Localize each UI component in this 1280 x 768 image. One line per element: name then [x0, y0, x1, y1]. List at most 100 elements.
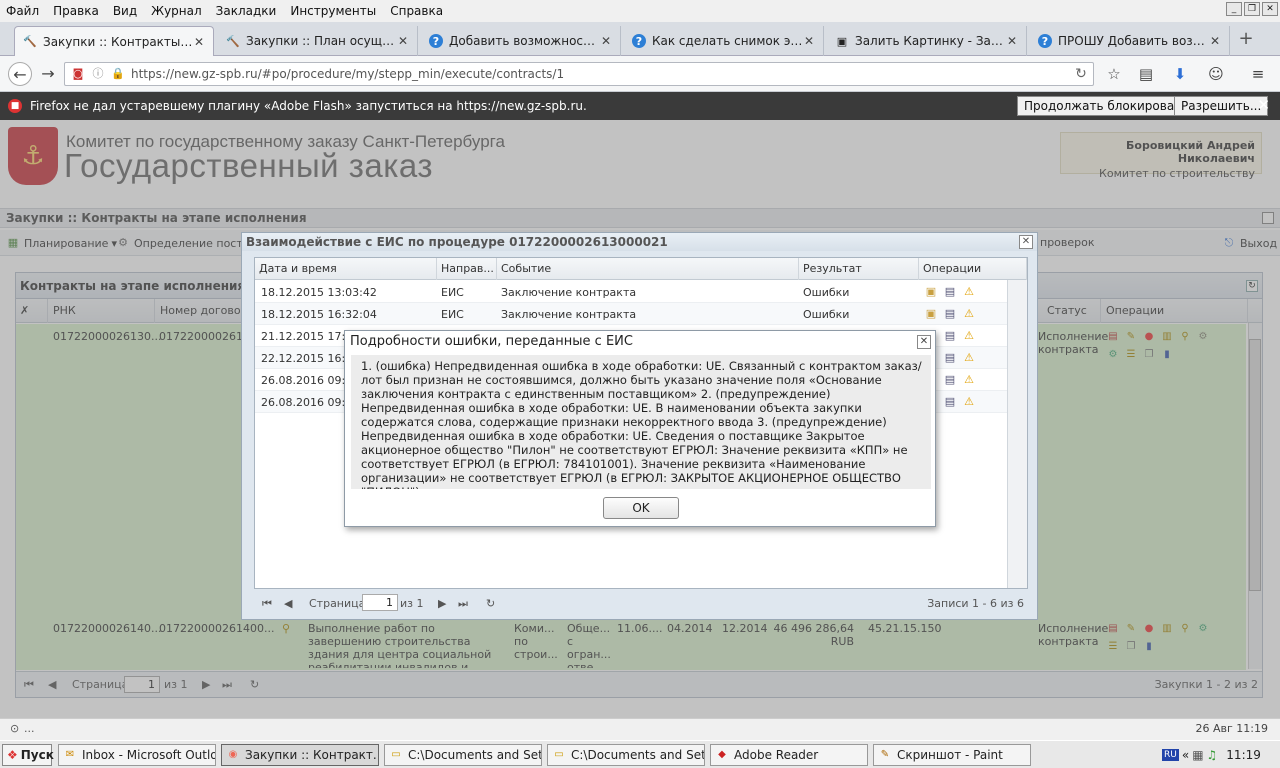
- eis-row-ops: ▣ ▤ ⚠: [923, 306, 977, 322]
- question-icon: ?: [632, 34, 646, 48]
- menu-history[interactable]: Журнал: [151, 4, 202, 18]
- address-bar[interactable]: ◙ ⓘ 🔒 https://new.gz-spb.ru/#po/procedur…: [64, 62, 1094, 86]
- notification-close-icon[interactable]: ✕: [1257, 96, 1270, 114]
- error-details-dialog: Подробности ошибки, переданные с ЕИС ✕ 1…: [344, 330, 936, 527]
- download-icon[interactable]: ⬇: [1170, 64, 1190, 84]
- error-dialog-close-icon[interactable]: ✕: [917, 335, 931, 349]
- task-paint[interactable]: ✎ Скриншот - Paint: [873, 744, 1031, 766]
- warning-icon[interactable]: ⚠: [961, 372, 977, 388]
- bookmark-star-icon[interactable]: ☆: [1104, 64, 1124, 84]
- menu-help[interactable]: Справка: [390, 4, 443, 18]
- allow-plugin-button[interactable]: Разрешить...: [1174, 96, 1269, 116]
- tab-add-feature[interactable]: ? Добавить возможность в... ✕: [421, 26, 621, 56]
- speaker-icon[interactable]: ♫: [1207, 748, 1218, 762]
- error-dialog-title: Подробности ошибки, переданные с ЕИС: [345, 331, 935, 353]
- refresh-icon[interactable]: ↻: [486, 597, 495, 610]
- document-icon[interactable]: ▤: [942, 394, 958, 410]
- col-operations[interactable]: Операции: [919, 258, 1027, 280]
- library-icon[interactable]: ▤: [1136, 64, 1156, 84]
- camera-icon[interactable]: ◙: [71, 67, 85, 81]
- task-explorer-1[interactable]: ▭ C:\Documents and Settin...: [384, 744, 542, 766]
- task-label: Adobe Reader: [734, 748, 819, 762]
- warning-icon[interactable]: ⚠: [961, 350, 977, 366]
- restore-button[interactable]: ❐: [1244, 2, 1260, 16]
- notification-text: Firefox не дал устаревшему плагину «Adob…: [30, 99, 587, 113]
- menu-view[interactable]: Вид: [113, 4, 137, 18]
- tab-contracts[interactable]: 🔨 Закупки :: Контракты на ... ✕: [14, 26, 214, 56]
- tab-close-icon[interactable]: ✕: [1209, 34, 1221, 48]
- forward-button[interactable]: →: [36, 62, 60, 86]
- tab-close-icon[interactable]: ✕: [1006, 34, 1018, 48]
- task-firefox[interactable]: ◉ Закупки :: Контракт...: [221, 744, 379, 766]
- tab-strip: 🔨 Закупки :: Контракты на ... ✕ 🔨 Закупк…: [0, 22, 1280, 56]
- warning-icon[interactable]: ⚠: [961, 394, 977, 410]
- chat-icon[interactable]: ☺: [1206, 64, 1226, 84]
- tab-title: Закупки :: Контракты на ...: [43, 34, 193, 49]
- document-icon[interactable]: ▤: [942, 284, 958, 300]
- folder-icon: ▭: [554, 749, 564, 760]
- menu-file[interactable]: Файл: [6, 4, 39, 18]
- tab-close-icon[interactable]: ✕: [600, 34, 612, 48]
- start-button[interactable]: ❖ Пуск: [2, 744, 54, 766]
- tab-screenshot-howto[interactable]: ? Как сделать снимок экран... ✕: [624, 26, 824, 56]
- task-outlook[interactable]: ✉ Inbox - Microsoft Outlook: [58, 744, 216, 766]
- network-icon[interactable]: ▦: [1192, 748, 1203, 762]
- prev-page-icon[interactable]: ◀: [284, 597, 292, 610]
- eis-result: Ошибки: [803, 308, 850, 321]
- warning-icon[interactable]: ⚠: [961, 328, 977, 344]
- document-icon[interactable]: ▤: [942, 328, 958, 344]
- navigation-bar: ← → ◙ ⓘ 🔒 https://new.gz-spb.ru/#po/proc…: [0, 56, 1280, 92]
- menu-tools[interactable]: Инструменты: [290, 4, 376, 18]
- document-icon[interactable]: ▤: [942, 350, 958, 366]
- package-icon[interactable]: ▣: [923, 284, 939, 300]
- continue-blocking-button[interactable]: Продолжать блокировать: [1017, 96, 1196, 116]
- tab-close-icon[interactable]: ✕: [397, 34, 409, 48]
- next-page-icon[interactable]: ▶: [438, 597, 446, 610]
- eis-row[interactable]: 18.12.2015 13:03:42 ЕИС Заключение контр…: [255, 281, 1007, 303]
- browser-status-bar: ⊙ ... 26 Авг 11:19: [0, 718, 1280, 740]
- first-page-icon[interactable]: ⏮: [262, 597, 272, 611]
- eis-dialog-close-icon[interactable]: ✕: [1019, 235, 1033, 249]
- menu-bookmarks[interactable]: Закладки: [216, 4, 277, 18]
- menu-edit[interactable]: Правка: [53, 4, 99, 18]
- tab-please-add[interactable]: ? ПРОШУ Добавить возмож... ✕: [1030, 26, 1230, 56]
- eis-scrollbar[interactable]: [1007, 280, 1027, 588]
- tab-close-icon[interactable]: ✕: [193, 35, 205, 49]
- info-icon[interactable]: ⓘ: [91, 67, 105, 81]
- warning-icon[interactable]: ⚠: [961, 284, 977, 300]
- reload-icon[interactable]: ↻: [1069, 66, 1093, 82]
- task-label: C:\Documents and Settin...: [408, 748, 541, 762]
- new-tab-button[interactable]: +: [1236, 28, 1256, 50]
- tab-title: Добавить возможность в...: [449, 34, 600, 48]
- tab-close-icon[interactable]: ✕: [803, 34, 815, 48]
- last-page-icon[interactable]: ⏭: [458, 597, 468, 611]
- col-event[interactable]: Событие: [497, 258, 799, 280]
- eis-row[interactable]: 18.12.2015 16:32:04 ЕИС Заключение контр…: [255, 303, 1007, 325]
- ok-button[interactable]: OK: [603, 497, 679, 519]
- task-explorer-2[interactable]: ▭ C:\Documents and Settin...: [547, 744, 705, 766]
- hamburger-menu-icon[interactable]: ≡: [1248, 64, 1268, 84]
- taskbar: ❖ Пуск ✉ Inbox - Microsoft Outlook ◉ Зак…: [0, 740, 1280, 768]
- hammer-icon: 🔨: [226, 34, 240, 48]
- tab-plan[interactable]: 🔨 Закупки :: План осуществ... ✕: [218, 26, 418, 56]
- language-indicator[interactable]: RU: [1162, 749, 1179, 761]
- package-icon[interactable]: ▣: [923, 306, 939, 322]
- task-adobe-reader[interactable]: ◆ Adobe Reader: [710, 744, 868, 766]
- page-number-input[interactable]: 1: [362, 594, 398, 611]
- back-button[interactable]: ←: [8, 62, 32, 86]
- url-text[interactable]: https://new.gz-spb.ru/#po/procedure/my/s…: [131, 67, 1069, 81]
- document-icon[interactable]: ▤: [942, 372, 958, 388]
- task-label: Закупки :: Контракт...: [245, 748, 379, 762]
- col-datetime[interactable]: Дата и время: [255, 258, 437, 280]
- col-result[interactable]: Результат: [799, 258, 919, 280]
- close-window-button[interactable]: ✕: [1262, 2, 1278, 16]
- warning-icon[interactable]: ⚠: [961, 306, 977, 322]
- col-direction[interactable]: Направ...: [437, 258, 497, 280]
- tab-upload-image[interactable]: ▣ Залить Картинку - Загруз... ✕: [827, 26, 1027, 56]
- records-summary: Записи 1 - 6 из 6: [927, 597, 1024, 610]
- minimize-button[interactable]: _: [1226, 2, 1242, 16]
- tray-expand-icon[interactable]: «: [1182, 748, 1189, 762]
- status-icon: ⊙: [10, 722, 20, 735]
- lock-icon[interactable]: 🔒: [111, 67, 125, 81]
- document-icon[interactable]: ▤: [942, 306, 958, 322]
